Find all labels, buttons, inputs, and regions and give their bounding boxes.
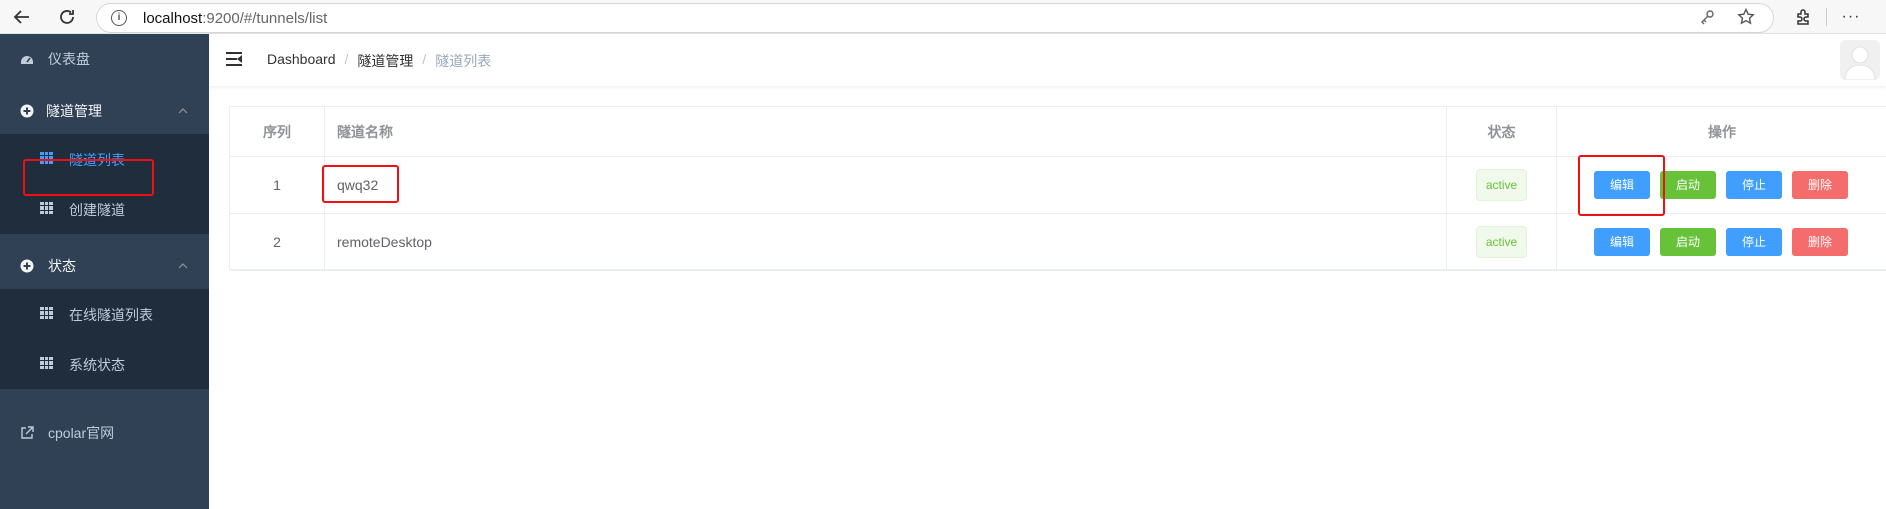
actions-cell: 编辑 启动 停止 删除 <box>1557 214 1886 270</box>
start-button[interactable]: 启动 <box>1660 171 1716 199</box>
row-index: 1 <box>230 157 325 213</box>
address-bar[interactable]: i localhost:9200/#/tunnels/list <box>96 3 1774 33</box>
column-header-status: 状态 <box>1447 107 1557 156</box>
sidebar-item-status[interactable]: 状态 <box>0 241 209 291</box>
column-header-name: 隧道名称 <box>325 107 1447 156</box>
sidebar-item-tunnel-management[interactable]: 隧道管理 <box>0 86 209 136</box>
edit-button[interactable]: 编辑 <box>1594 171 1650 199</box>
url-text[interactable]: localhost:9200/#/tunnels/list <box>143 10 327 27</box>
breadcrumb-item-tunnel-list: 隧道列表 <box>435 53 492 69</box>
table-row: 1 qwq32 active 编辑 启动 停止 删除 <box>230 157 1886 214</box>
sidebar-item-cpolar-site-label: cpolar官网 <box>48 425 115 441</box>
edit-button[interactable]: 编辑 <box>1594 228 1650 256</box>
breadcrumb-item-dashboard[interactable]: Dashboard <box>267 51 336 71</box>
chevron-up-icon <box>178 263 188 269</box>
table-icon <box>40 152 53 164</box>
status-submenu: 在线隧道列表 系统状态 <box>0 289 209 389</box>
sidebar-item-online-tunnels[interactable]: 在线隧道列表 <box>0 289 209 339</box>
hamburger-icon[interactable] <box>226 52 242 66</box>
status-badge: active <box>1475 226 1528 258</box>
tunnel-management-icon <box>20 104 34 118</box>
sidebar-item-status-label: 状态 <box>48 258 76 274</box>
external-link-icon <box>21 426 34 439</box>
tunnel-name: qwq32 <box>325 157 1447 213</box>
sidebar-item-dashboard[interactable]: 仪表盘 <box>0 34 209 84</box>
reload-icon[interactable] <box>54 4 80 30</box>
breadcrumb-separator: / <box>422 51 427 67</box>
row-index: 2 <box>230 214 325 270</box>
tunnel-name: remoteDesktop <box>325 214 1447 270</box>
start-button[interactable]: 启动 <box>1660 228 1716 256</box>
browser-toolbar: i localhost:9200/#/tunnels/list ··· <box>0 0 1886 34</box>
column-header-index: 序列 <box>230 107 325 156</box>
sidebar-item-tunnel-list[interactable]: 隧道列表 <box>0 134 209 184</box>
sidebar-item-dashboard-label: 仪表盘 <box>48 51 90 67</box>
sidebar-item-create-tunnel[interactable]: 创建隧道 <box>0 184 209 234</box>
breadcrumb: Dashboard / 隧道管理 / 隧道列表 <box>267 51 491 71</box>
stop-button[interactable]: 停止 <box>1726 171 1782 199</box>
more-menu-icon[interactable]: ··· <box>1838 4 1864 30</box>
key-icon[interactable] <box>1699 9 1715 30</box>
sidebar-item-system-status[interactable]: 系统状态 <box>0 339 209 389</box>
table-header-row: 序列 隧道名称 状态 操作 <box>230 107 1886 157</box>
back-icon[interactable] <box>9 4 35 30</box>
toolbar-divider <box>1826 8 1827 26</box>
info-icon[interactable]: i <box>111 10 127 26</box>
favorite-star-icon[interactable] <box>1737 7 1755 31</box>
tunnel-table: 序列 隧道名称 状态 操作 1 qwq32 active 编辑 启动 停止 删除… <box>229 106 1886 271</box>
breadcrumb-separator: / <box>344 51 349 67</box>
tunnel-management-submenu: 隧道列表 创建隧道 <box>0 134 209 234</box>
navbar: Dashboard / 隧道管理 / 隧道列表 <box>209 34 1886 86</box>
stop-button[interactable]: 停止 <box>1726 228 1782 256</box>
sidebar-item-system-status-label: 系统状态 <box>69 357 125 373</box>
sidebar-item-tunnel-list-label: 隧道列表 <box>69 152 125 168</box>
sidebar-item-create-tunnel-label: 创建隧道 <box>69 202 125 218</box>
sidebar-item-online-tunnels-label: 在线隧道列表 <box>69 307 153 323</box>
sidebar-item-cpolar-site[interactable]: cpolar官网 <box>0 408 209 458</box>
dashboard-icon <box>21 56 33 64</box>
extensions-icon[interactable] <box>1790 4 1816 30</box>
actions-cell: 编辑 启动 停止 删除 <box>1557 157 1886 213</box>
table-icon <box>40 357 53 369</box>
table-row: 2 remoteDesktop active 编辑 启动 停止 删除 <box>230 214 1886 271</box>
status-cell: active <box>1447 157 1557 213</box>
sidebar: 仪表盘 隧道管理 隧道列表 创建隧道 状态 在线隧道列表 系统状态 cpolar… <box>0 34 209 509</box>
breadcrumb-item-tunnel-management[interactable]: 隧道管理 <box>357 51 413 71</box>
column-header-actions: 操作 <box>1708 123 1736 140</box>
table-icon <box>40 202 53 214</box>
chevron-up-icon <box>178 108 188 114</box>
sidebar-item-tunnel-management-label: 隧道管理 <box>46 103 102 119</box>
status-badge: active <box>1475 169 1528 201</box>
delete-button[interactable]: 删除 <box>1792 171 1848 199</box>
status-cell: active <box>1447 214 1557 270</box>
table-icon <box>40 307 53 319</box>
avatar[interactable] <box>1840 40 1880 80</box>
status-icon <box>20 259 34 273</box>
delete-button[interactable]: 删除 <box>1792 228 1848 256</box>
